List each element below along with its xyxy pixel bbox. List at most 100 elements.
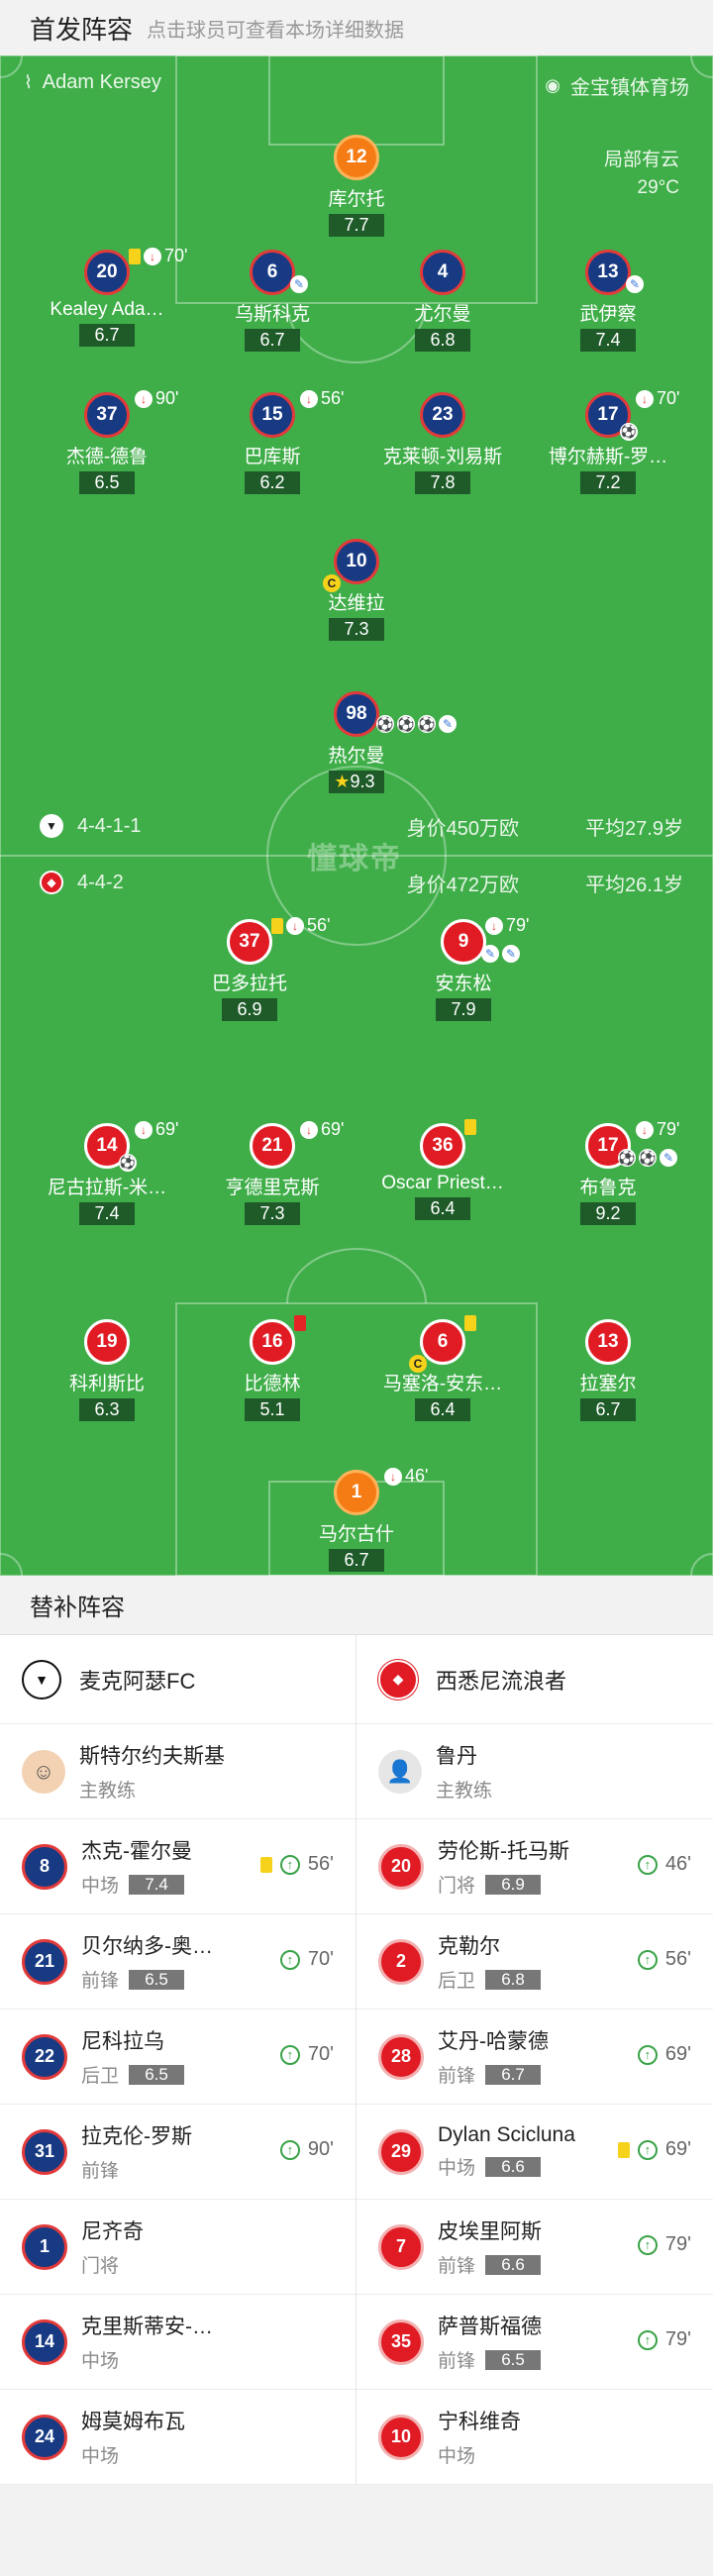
away-player[interactable]: 16 比德林 5.1 bbox=[183, 1315, 361, 1421]
sub-in-icon: ↑ bbox=[279, 1949, 300, 1970]
player-rating: 7.9 bbox=[436, 998, 491, 1021]
sub-row[interactable]: 2 克勒尔 后卫 6.8 ↑ 56' bbox=[356, 1914, 713, 2009]
sub-row[interactable]: 20 劳伦斯-托马斯 门将 6.9 ↑ 46' bbox=[356, 1819, 713, 1914]
home-player[interactable]: 10 C 达维拉 7.3 bbox=[267, 539, 446, 641]
sub-row[interactable]: 8 杰克-霍尔曼 中场 7.4 ↑ 56' bbox=[0, 1819, 356, 1914]
player-name: 巴库斯 bbox=[244, 447, 301, 467]
sub-row[interactable]: 31 拉克伦-罗斯 前锋 ↑ 90' bbox=[0, 2105, 356, 2200]
sub-row[interactable]: 22 尼科拉乌 后卫 6.5 ↑ 70' bbox=[0, 2009, 356, 2105]
assist-icon: ✎ bbox=[626, 275, 644, 293]
home-player[interactable]: 15 ↓ 56' 巴库斯 6.2 bbox=[183, 388, 361, 494]
sub-name: 杰克-霍尔曼 bbox=[81, 1840, 192, 1863]
home-player[interactable]: 4 尤尔曼 6.8 bbox=[354, 250, 532, 352]
sub-row[interactable]: 7 皮埃里阿斯 前锋 6.6 ↑ 79' bbox=[356, 2200, 713, 2295]
player-name: 尼古拉斯-米… bbox=[47, 1178, 167, 1198]
player-name: 克莱顿-刘易斯 bbox=[382, 447, 503, 467]
away-player[interactable]: 6 C 马塞洛-安东… 6.4 bbox=[354, 1315, 532, 1421]
home-value: 身价450万欧 bbox=[406, 817, 519, 840]
subs-grid: ▼ 麦克阿瑟FC ☺ 斯特尔约夫斯基 主教练 8 杰克-霍尔曼 中场 7.4 ↑ 5… bbox=[0, 1635, 713, 2485]
player-rating-value: 9.3 bbox=[350, 772, 375, 791]
sub-number: 2 bbox=[378, 1938, 424, 1985]
sub-rating: 6.5 bbox=[129, 2064, 185, 2085]
player-events bbox=[294, 1315, 306, 1331]
home-player[interactable]: 23 克莱顿-刘易斯 7.8 bbox=[354, 392, 532, 494]
assist-icon: ✎ bbox=[481, 945, 499, 963]
sub-minute: 56' bbox=[664, 1948, 691, 1970]
sub-number: 28 bbox=[378, 2033, 424, 2080]
sub-position: 中场 bbox=[81, 2446, 120, 2467]
sub-row[interactable]: 1 尼齐奇 门将 bbox=[0, 2200, 356, 2295]
home-team-badge-icon: ▼ bbox=[40, 814, 63, 838]
player-name: 尤尔曼 bbox=[414, 304, 471, 325]
away-team-header[interactable]: ◆ 西悉尼流浪者 bbox=[356, 1635, 713, 1724]
sub-out-icon: ↓ bbox=[636, 389, 654, 408]
pitch: ⌇ Adam Kersey ◉ 金宝镇体育场 局部有云 29°C 懂球帝 ▼ 4… bbox=[0, 55, 713, 1576]
player-rating: 6.7 bbox=[79, 324, 135, 347]
away-player[interactable]: 14 ⚽ ↓ 69' 尼古拉斯-米… 7.4 bbox=[18, 1119, 196, 1225]
home-player[interactable]: 17 ⚽ ↓ 70' 博尔赫斯-罗… 7.2 bbox=[519, 388, 697, 494]
away-player[interactable]: 17 ↓ 79' ⚽ ⚽ ✎ 布鲁克 9.2 bbox=[519, 1119, 697, 1225]
lineup-title: 首发阵容 bbox=[30, 14, 134, 45]
home-player[interactable]: 6 ✎ 乌斯科克 6.7 bbox=[183, 250, 361, 352]
home-team-logo-icon: ▼ bbox=[22, 1659, 61, 1700]
home-player[interactable]: 13 ✎ 武伊察 7.4 bbox=[519, 250, 697, 352]
mvp-star-icon: ★ bbox=[334, 772, 351, 791]
sub-in-icon: ↑ bbox=[637, 1854, 658, 1875]
player-name: 达维拉 bbox=[328, 593, 385, 614]
sub-row[interactable]: 21 贝尔纳多-奥… 前锋 6.5 ↑ 70' bbox=[0, 1914, 356, 2009]
weather: 局部有云 29°C bbox=[604, 147, 679, 202]
player-name: 科利斯比 bbox=[68, 1374, 145, 1394]
player-name: Oscar Priest… bbox=[381, 1173, 504, 1193]
player-number: 16 bbox=[250, 1319, 295, 1365]
player-name: 马尔古什 bbox=[318, 1524, 394, 1545]
sub-rating: 6.9 bbox=[485, 1874, 542, 1895]
away-player[interactable]: 21 ↓ 69' 亨德里克斯 7.3 bbox=[183, 1119, 361, 1225]
player-events: ↓ 56' bbox=[300, 388, 344, 409]
goal-ball-icon: ⚽ bbox=[119, 1154, 137, 1172]
away-player[interactable]: 36 Oscar Priest… 6.4 bbox=[354, 1119, 532, 1220]
player-name: 亨德里克斯 bbox=[225, 1178, 320, 1198]
whistle-icon: ⌇ bbox=[24, 72, 33, 92]
player-rating: 7.3 bbox=[329, 618, 384, 641]
referee-name: Adam Kersey bbox=[42, 71, 161, 93]
sub-out-icon: ↓ bbox=[300, 389, 318, 408]
sub-minute: 69' bbox=[664, 2138, 691, 2160]
sub-row[interactable]: 29 Dylan Scicluna 中场 6.6 ↑ 69' bbox=[356, 2105, 713, 2200]
away-player[interactable]: 37 ↓ 56' 巴多拉托 6.9 bbox=[160, 915, 339, 1021]
lineup-subtitle: 点击球员可查看本场详细数据 bbox=[147, 19, 405, 42]
home-player[interactable]: 37 ↓ 90' 杰德-德鲁 6.5 bbox=[18, 388, 196, 494]
home-player-goalkeeper[interactable]: 12 库尔托 7.7 bbox=[267, 135, 446, 237]
home-player[interactable]: 20 ↓ 70' Kealey Ada… 6.7 bbox=[18, 246, 196, 347]
home-team-header[interactable]: ▼ 麦克阿瑟FC bbox=[0, 1635, 356, 1724]
away-player[interactable]: 19 科利斯比 6.3 bbox=[18, 1319, 196, 1421]
home-player[interactable]: 98 ⚽ ⚽ ⚽ ✎ 热尔曼 ★9.3 bbox=[267, 691, 457, 793]
sub-number: 8 bbox=[22, 1843, 67, 1890]
player-events: ✎ bbox=[290, 275, 308, 293]
sub-in-icon: ↑ bbox=[637, 1949, 658, 1970]
sub-minute: 46' bbox=[664, 1853, 691, 1875]
player-rating: 6.4 bbox=[415, 1197, 470, 1220]
sub-minute: 46' bbox=[405, 1466, 429, 1486]
away-player[interactable]: 9 ↓ 79' ✎ ✎ 安东松 7.9 bbox=[374, 915, 553, 1021]
sub-row[interactable]: 35 萨普斯福德 前锋 6.5 ↑ 79' bbox=[356, 2295, 713, 2390]
sub-in-icon: ↑ bbox=[637, 2139, 658, 2160]
player-events bbox=[464, 1119, 476, 1135]
sub-minute: 70' bbox=[307, 1948, 334, 1970]
home-coach[interactable]: ☺ 斯特尔约夫斯基 主教练 bbox=[0, 1724, 356, 1819]
yellow-card-icon bbox=[464, 1119, 476, 1135]
sub-name: 艾丹-哈蒙德 bbox=[438, 2030, 549, 2053]
away-player[interactable]: 13 拉塞尔 6.7 bbox=[519, 1319, 697, 1421]
player-rating: 5.1 bbox=[245, 1398, 300, 1421]
sub-row[interactable]: 14 克里斯蒂安-… 中场 bbox=[0, 2295, 356, 2390]
sub-row[interactable]: 10 宁科维奇 中场 bbox=[356, 2390, 713, 2485]
referee: ⌇ Adam Kersey bbox=[24, 71, 161, 94]
player-number: 1 bbox=[334, 1470, 379, 1515]
sub-row[interactable]: 24 姆莫姆布瓦 中场 bbox=[0, 2390, 356, 2485]
sub-position: 门将 bbox=[438, 1876, 476, 1897]
sub-position: 中场 bbox=[81, 2351, 120, 2372]
away-coach[interactable]: 👤 鲁丹 主教练 bbox=[356, 1724, 713, 1819]
coach-name: 斯特尔约夫斯基 bbox=[79, 1745, 225, 1768]
away-player-goalkeeper[interactable]: 1 ↓ 46' 马尔古什 6.7 bbox=[267, 1466, 446, 1572]
sub-row[interactable]: 28 艾丹-哈蒙德 前锋 6.7 ↑ 69' bbox=[356, 2009, 713, 2105]
sub-out-icon: ↓ bbox=[300, 1120, 318, 1139]
